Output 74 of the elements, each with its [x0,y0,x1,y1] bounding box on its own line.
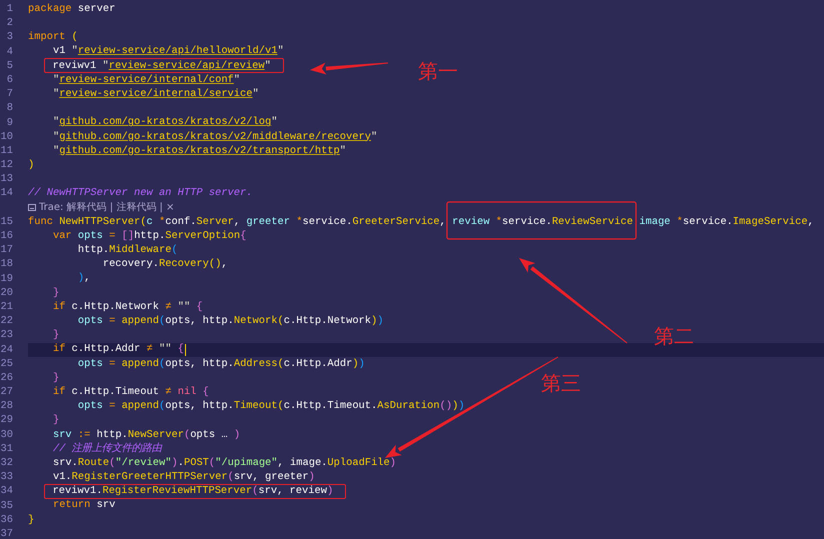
code-line: "review-service/internal/service" [52,89,259,100]
line-number: 9 [6,116,13,130]
code-line: ) [28,160,34,170]
line-number: 15 [0,214,13,230]
line-number: 5 [6,58,13,73]
line-number: 13 [0,172,13,186]
line-number: 26 [0,370,13,386]
code-line: import ( [28,32,78,43]
code-line: var opts = []http.ServerOption{ [52,230,246,242]
code-line: "github.com/go-kratos/kratos/v2/middleware/recovery" [52,132,378,142]
line-number: 12 [0,158,13,172]
line-number: 23 [0,328,13,343]
line-number: 7 [6,87,13,102]
line-number: 19 [0,272,13,286]
line-number: 32 [0,456,13,470]
code-line: opts = append(opts, http.Address(c.Http.Addr)) [78,358,365,369]
code-line: // 注册上传文件的路由 [52,444,162,454]
code-line: srv.Route("/review").POST("/upimage", image.UploadFile) [52,458,396,468]
line-number: 22 [0,314,13,328]
line-number: 28 [0,399,13,414]
line-number: 3 [6,30,13,45]
line-number: 33 [0,470,13,484]
line-number: 4 [6,44,13,59]
line-number: 21 [0,300,13,314]
line-number: 37 [0,526,13,539]
code-line: func NewHTTPServer(c *conf.Server, greeter *service.GreeterService, review *service.ReviewService image *service.ImageService, [28,216,814,228]
code-line: "github.com/go-kratos/kratos/v2/transport/http" [52,146,346,156]
line-number: 29 [0,413,13,428]
chat-icon[interactable] [28,204,36,212]
code-line: if c.Http.Timeout ≠ nil { [52,386,209,398]
code-line: return srv [52,500,116,511]
annotation-label: 第三 [541,371,581,395]
code-line: // NewHTTPServer new an HTTP server. [28,188,252,199]
code-line: } [52,415,60,426]
line-number: 6 [6,72,13,88]
text-cursor [184,344,186,356]
code-line: recovery.Recovery(), [102,259,228,270]
line-number: 20 [0,286,13,300]
code-line: } [52,288,60,298]
code-line: reviwv1 "review-service/api/review" [52,60,271,72]
line-number: 36 [0,512,13,527]
line-number: 1 [6,2,13,16]
line-number: 10 [0,130,13,144]
line-number: 24 [0,342,13,357]
code-line: "review-service/internal/conf" [52,74,240,86]
codelens-actions[interactable]: Trae: 解释代码 | 注释代码 | × [39,200,174,215]
line-number: 8 [6,101,13,116]
line-number: 30 [0,428,13,442]
line-number: 2 [6,16,13,30]
annotation-label: 第一 [418,59,458,83]
line-number: 18 [0,257,13,272]
line-number: 25 [0,356,13,371]
code-line: v1.RegisterGreeterHTTPServer(srv, greeter) [52,472,315,482]
code-line: opts = append(opts, http.Network(c.Http.Network)) [78,316,384,326]
code-line: if c.Http.Addr ≠ "" { [52,344,184,355]
line-number: 17 [0,243,13,258]
code-line: } [52,330,60,341]
code-line: package server [28,4,116,14]
line-number: 14 [0,186,13,201]
line-number: 31 [0,442,13,456]
line-number: 35 [0,498,13,513]
annotation-label: 第二 [654,324,694,348]
code-line: opts = append(opts, http.Timeout(c.Http.Timeout.AsDuration())) [78,401,465,412]
code-line: http.Middleware( [78,245,178,256]
line-number: 27 [0,385,13,400]
code-line: ), [78,273,90,284]
code-line: } [28,514,34,526]
line-number: 34 [0,484,13,499]
code-line: reviwv1.RegisterReviewHTTPServer(srv, review) [52,486,334,497]
code-line: srv := http.NewServer(opts … ) [52,430,240,440]
code-line: } [52,372,60,384]
line-number: 11 [0,144,13,158]
line-number: 16 [0,229,13,244]
code-line: if c.Http.Network ≠ "" { [52,302,203,312]
